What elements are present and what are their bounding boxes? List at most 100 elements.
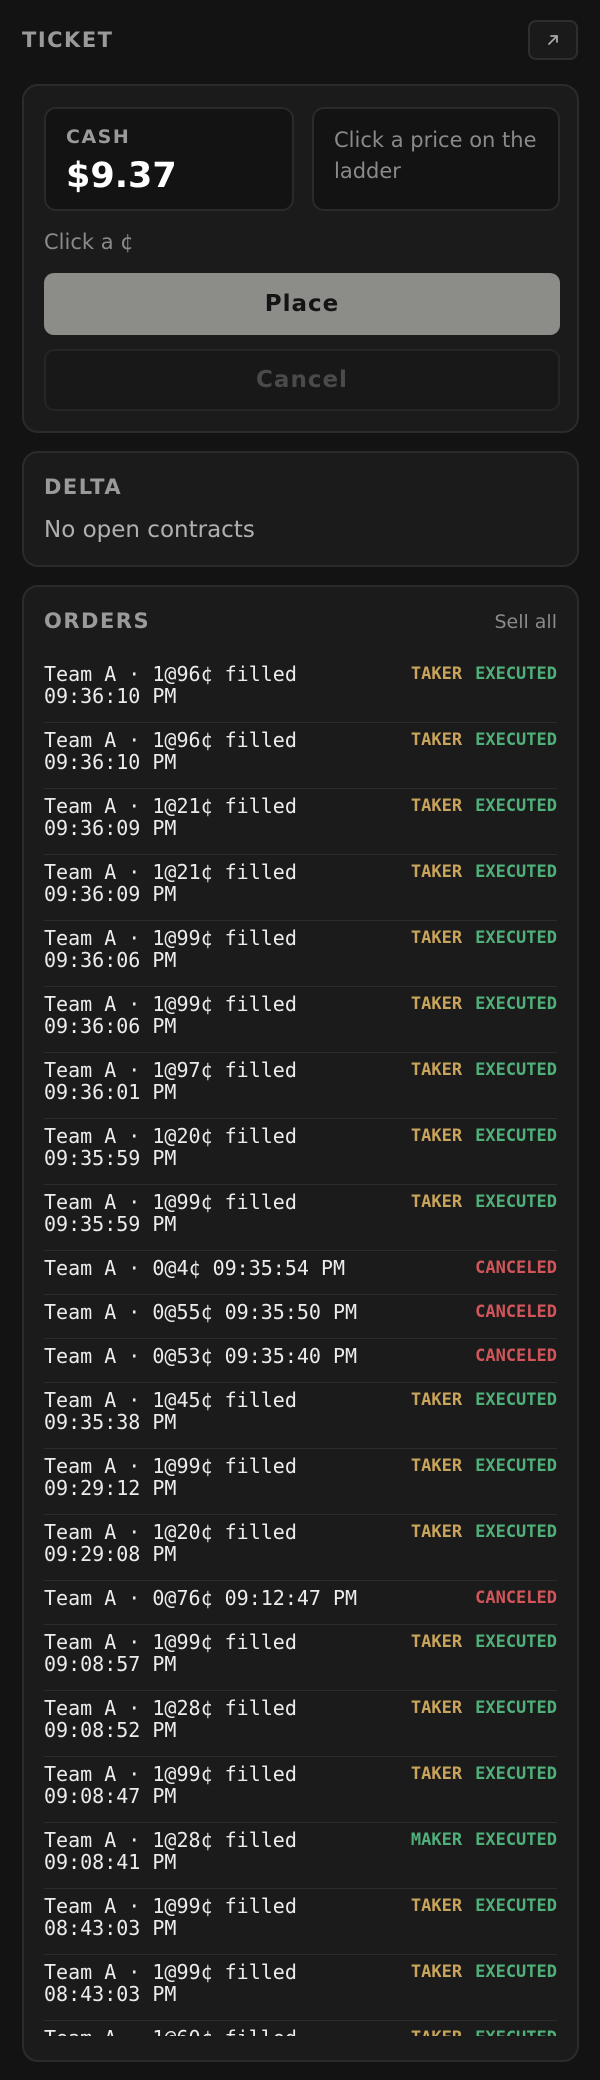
order-text: Team A · 1@99¢ filled 09:36:06 PM: [44, 992, 297, 1038]
expand-button[interactable]: [528, 20, 578, 60]
order-tags: TAKER EXECUTED: [411, 1125, 557, 1147]
order-tags: TAKER EXECUTED: [411, 1631, 557, 1653]
order-status-badge: CANCELED: [475, 1302, 557, 1322]
order-text: Team A · 1@21¢ filled 09:36:09 PM: [44, 794, 297, 840]
order-status-badge: EXECUTED: [475, 1698, 557, 1718]
sell-all-button[interactable]: Sell all: [494, 611, 557, 633]
order-text: Team A · 1@45¢ filled 09:35:38 PM: [44, 1388, 297, 1434]
order-tags: TAKER EXECUTED: [411, 1697, 557, 1719]
order-row[interactable]: Team A · 1@21¢ filled 09:36:09 PM TAKER EX…: [44, 789, 557, 855]
order-text: Team A · 0@76¢ 09:12:47 PM: [44, 1586, 358, 1610]
order-row[interactable]: Team A · 1@60¢ filled TAKER EXECUTED: [44, 2021, 557, 2036]
order-status-badge: EXECUTED: [475, 1830, 557, 1850]
delta-empty-text: No open contracts: [44, 517, 255, 543]
order-row[interactable]: Team A · 1@99¢ filled 09:36:06 PM TAKER EX…: [44, 921, 557, 987]
order-status-badge: EXECUTED: [475, 1962, 557, 1982]
place-button[interactable]: Place: [44, 273, 560, 335]
order-text: Team A · 1@99¢ filled 09:36:06 PM: [44, 926, 297, 972]
order-text: Team A · 1@28¢ filled 09:08:41 PM: [44, 1828, 297, 1874]
order-tags: CANCELED: [475, 1301, 557, 1323]
order-role-badge: TAKER: [410, 1456, 463, 1476]
cancel-button[interactable]: Cancel: [44, 349, 560, 411]
order-tags: TAKER EXECUTED: [411, 663, 557, 685]
order-row[interactable]: Team A · 0@53¢ 09:35:40 PM CANCELED: [44, 1339, 557, 1383]
order-row[interactable]: Team A · 1@99¢ filled 09:35:59 PM TAKER EX…: [44, 1185, 557, 1251]
order-role-badge: TAKER: [410, 1126, 463, 1146]
order-tags: TAKER EXECUTED: [411, 993, 557, 1015]
order-text: Team A · 1@96¢ filled 09:36:10 PM: [44, 662, 297, 708]
order-role-badge: TAKER: [410, 862, 463, 882]
delta-card: DELTA No open contracts: [22, 451, 579, 567]
order-text: Team A · 1@99¢ filled 09:35:59 PM: [44, 1190, 297, 1236]
order-status-badge: EXECUTED: [475, 796, 557, 816]
cash-panel: CASH $9.37: [44, 107, 294, 211]
order-row[interactable]: Team A · 1@97¢ filled 09:36:01 PM TAKER EX…: [44, 1053, 557, 1119]
order-status-badge: EXECUTED: [475, 2027, 557, 2036]
order-text: Team A · 0@4¢ 09:35:54 PM: [44, 1256, 346, 1280]
order-status-badge: CANCELED: [475, 1258, 557, 1278]
order-row[interactable]: Team A · 1@99¢ filled 09:08:47 PM TAKER EX…: [44, 1757, 557, 1823]
order-role-badge: TAKER: [410, 1390, 463, 1410]
order-status-badge: EXECUTED: [475, 730, 557, 750]
order-status-badge: EXECUTED: [475, 664, 557, 684]
orders-title: ORDERS: [44, 609, 151, 633]
arrow-up-right-icon: [548, 35, 558, 45]
order-status-badge: EXECUTED: [475, 1126, 557, 1146]
order-role-badge: TAKER: [410, 1522, 463, 1542]
order-row[interactable]: Team A · 1@96¢ filled 09:36:10 PM TAKER EX…: [44, 723, 557, 789]
order-role-badge: MAKER: [410, 1830, 463, 1850]
order-status-badge: EXECUTED: [475, 1896, 557, 1916]
order-text: Team A · 1@99¢ filled 08:43:03 PM: [44, 1894, 297, 1940]
order-tags: TAKER EXECUTED: [411, 861, 557, 883]
orders-list[interactable]: Team A · 1@96¢ filled 09:36:10 PM TAKER EX…: [44, 657, 557, 2036]
order-row[interactable]: Team A · 1@28¢ filled 09:08:52 PM TAKER EX…: [44, 1691, 557, 1757]
order-tags: TAKER EXECUTED: [411, 1961, 557, 1983]
order-role-badge: TAKER: [410, 664, 463, 684]
order-row[interactable]: Team A · 1@99¢ filled 08:43:03 PM TAKER EX…: [44, 1889, 557, 1955]
order-row[interactable]: Team A · 0@76¢ 09:12:47 PM CANCELED: [44, 1581, 557, 1625]
cash-label: CASH: [66, 126, 131, 148]
delta-title: DELTA: [44, 475, 123, 499]
order-tags: TAKER EXECUTED: [411, 1521, 557, 1543]
order-tags: TAKER EXECUTED: [411, 927, 557, 949]
order-tags: TAKER EXECUTED: [411, 1455, 557, 1477]
order-text: Team A · 1@28¢ filled 09:08:52 PM: [44, 1696, 297, 1742]
order-role-badge: TAKER: [410, 1060, 463, 1080]
order-row[interactable]: Team A · 1@45¢ filled 09:35:38 PM TAKER EX…: [44, 1383, 557, 1449]
order-tags: TAKER EXECUTED: [411, 729, 557, 751]
order-row[interactable]: Team A · 1@99¢ filled 08:43:03 PM TAKER EX…: [44, 1955, 557, 2021]
ticket-title: TICKET: [22, 28, 114, 52]
order-role-badge: TAKER: [410, 1192, 463, 1212]
cent-hint: Click a ¢: [44, 230, 134, 254]
order-status-badge: EXECUTED: [475, 1456, 557, 1476]
order-status-badge: EXECUTED: [475, 1192, 557, 1212]
order-row[interactable]: Team A · 1@96¢ filled 09:36:10 PM TAKER EX…: [44, 657, 557, 723]
ticket-header: TICKET: [22, 20, 578, 60]
order-text: Team A · 1@97¢ filled 09:36:01 PM: [44, 1058, 297, 1104]
order-row[interactable]: Team A · 0@55¢ 09:35:50 PM CANCELED: [44, 1295, 557, 1339]
order-row[interactable]: Team A · 1@20¢ filled 09:35:59 PM TAKER EX…: [44, 1119, 557, 1185]
price-panel: Click a price on the ladder: [312, 107, 560, 211]
order-text: Team A · 1@20¢ filled 09:29:08 PM: [44, 1520, 297, 1566]
order-status-badge: EXECUTED: [475, 862, 557, 882]
order-tags: MAKER EXECUTED: [411, 1829, 557, 1851]
order-row[interactable]: Team A · 1@28¢ filled 09:08:41 PM MAKER EX…: [44, 1823, 557, 1889]
order-role-badge: TAKER: [410, 994, 463, 1014]
order-row[interactable]: Team A · 1@21¢ filled 09:36:09 PM TAKER EX…: [44, 855, 557, 921]
order-status-badge: EXECUTED: [475, 1390, 557, 1410]
order-text: Team A · 0@53¢ 09:35:40 PM: [44, 1344, 358, 1368]
order-tags: CANCELED: [475, 1257, 557, 1279]
order-row[interactable]: Team A · 1@99¢ filled 09:29:12 PM TAKER EX…: [44, 1449, 557, 1515]
order-role-badge: TAKER: [410, 1698, 463, 1718]
order-row[interactable]: Team A · 0@4¢ 09:35:54 PM CANCELED: [44, 1251, 557, 1295]
order-role-badge: TAKER: [410, 796, 463, 816]
ticket-card: CASH $9.37 Click a price on the ladder C…: [22, 84, 579, 433]
order-role-badge: TAKER: [410, 1962, 463, 1982]
order-row[interactable]: Team A · 1@99¢ filled 09:08:57 PM TAKER EX…: [44, 1625, 557, 1691]
order-row[interactable]: Team A · 1@20¢ filled 09:29:08 PM TAKER EX…: [44, 1515, 557, 1581]
order-row[interactable]: Team A · 1@99¢ filled 09:36:06 PM TAKER EX…: [44, 987, 557, 1053]
price-hint: Click a price on the ladder: [334, 128, 537, 183]
order-text: Team A · 1@60¢ filled: [44, 2027, 344, 2036]
order-text: Team A · 1@99¢ filled 09:08:47 PM: [44, 1762, 297, 1808]
order-tags: TAKER EXECUTED: [411, 2027, 557, 2036]
